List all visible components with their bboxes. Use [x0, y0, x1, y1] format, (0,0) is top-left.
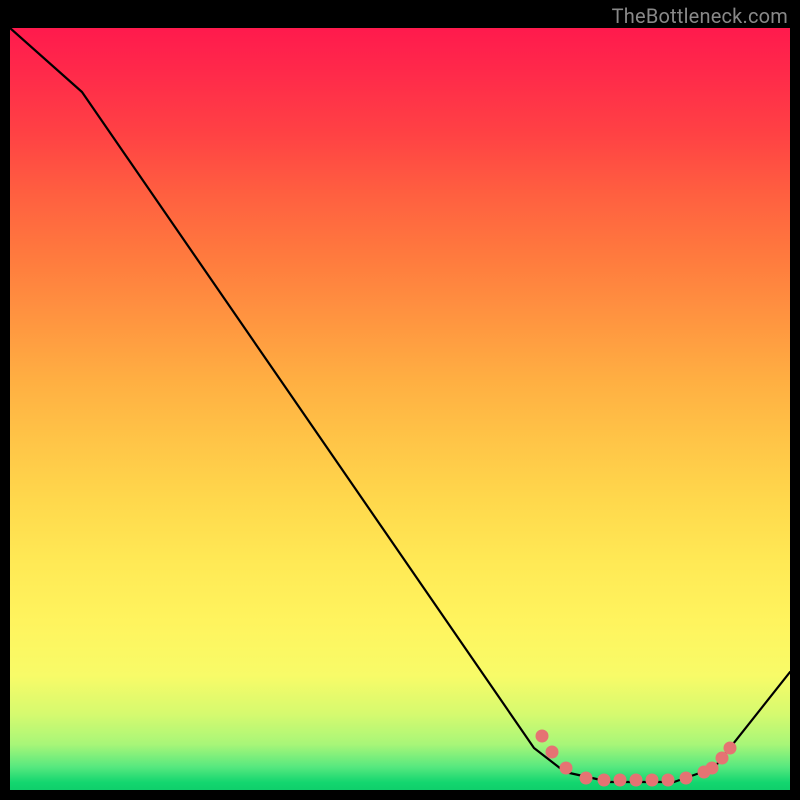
- highlight-dot: [680, 772, 693, 785]
- highlight-dot: [580, 772, 593, 785]
- chart-plot-area: [10, 28, 790, 790]
- highlight-dot: [560, 762, 573, 775]
- highlight-dot: [598, 774, 611, 787]
- highlight-dot: [706, 762, 719, 775]
- highlight-dot: [614, 774, 627, 787]
- highlight-dots: [10, 28, 790, 790]
- highlight-dot: [662, 774, 675, 787]
- highlight-dot: [546, 746, 559, 759]
- chart-frame: TheBottleneck.com: [0, 0, 800, 800]
- highlight-dot: [536, 730, 549, 743]
- highlight-dot: [724, 742, 737, 755]
- watermark-text: TheBottleneck.com: [612, 4, 788, 28]
- highlight-dot: [646, 774, 659, 787]
- highlight-dot: [630, 774, 643, 787]
